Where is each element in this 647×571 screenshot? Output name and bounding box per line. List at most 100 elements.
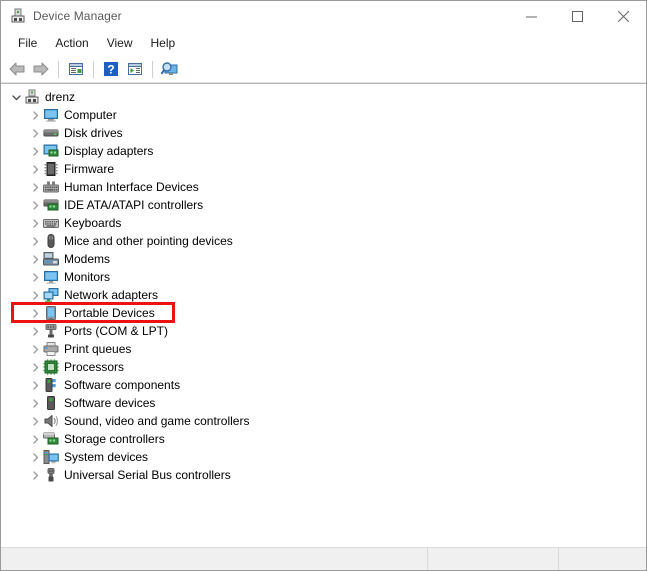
- tree-node-ports[interactable]: Ports (COM & LPT): [1, 322, 646, 340]
- device-tree-panel[interactable]: drenz Computer Disk drives Display adapt…: [1, 83, 646, 547]
- tree-node-label: Firmware: [64, 162, 114, 176]
- network-adapter-icon: [43, 287, 59, 303]
- tree-node-software-components[interactable]: Software components: [1, 376, 646, 394]
- chevron-right-icon[interactable]: [28, 160, 43, 178]
- window-title: Device Manager: [33, 9, 122, 23]
- tree-node-label: Human Interface Devices: [64, 180, 199, 194]
- menu-view[interactable]: View: [98, 33, 142, 54]
- chevron-right-icon[interactable]: [28, 358, 43, 376]
- tree-node-sound-video-game[interactable]: Sound, video and game controllers: [1, 412, 646, 430]
- chevron-right-icon[interactable]: [28, 196, 43, 214]
- help-button[interactable]: ?: [99, 58, 123, 80]
- tree-node-label: Software components: [64, 378, 181, 392]
- hid-icon: [43, 179, 59, 195]
- software-component-icon: [43, 377, 59, 393]
- chevron-right-icon[interactable]: [28, 286, 43, 304]
- chevron-right-icon[interactable]: [28, 214, 43, 232]
- device-manager-window: Device Manager File Action View Help ? d…: [0, 0, 647, 571]
- chevron-right-icon[interactable]: [28, 448, 43, 466]
- tree-node-label: Ports (COM & LPT): [64, 324, 169, 338]
- tree-node-print-queues[interactable]: Print queues: [1, 340, 646, 358]
- chevron-right-icon[interactable]: [28, 268, 43, 286]
- menu-file[interactable]: File: [9, 33, 46, 54]
- chevron-right-icon[interactable]: [28, 430, 43, 448]
- tree-node-label: Computer: [64, 108, 117, 122]
- portable-device-icon: [43, 305, 59, 321]
- properties-button[interactable]: [64, 58, 88, 80]
- separator-1: [58, 60, 59, 78]
- port-connector-icon: [43, 323, 59, 339]
- tree-node-label: IDE ATA/ATAPI controllers: [64, 198, 204, 212]
- tree-node-human-interface-devices[interactable]: Human Interface Devices: [1, 178, 646, 196]
- chevron-right-icon[interactable]: [28, 340, 43, 358]
- chevron-right-icon[interactable]: [28, 250, 43, 268]
- menu-action[interactable]: Action: [46, 33, 97, 54]
- chevron-right-icon[interactable]: [28, 178, 43, 196]
- chevron-down-icon[interactable]: [9, 88, 24, 106]
- chevron-right-icon[interactable]: [28, 394, 43, 412]
- speaker-icon: [43, 413, 59, 429]
- tree-node-ide-controllers[interactable]: IDE ATA/ATAPI controllers: [1, 196, 646, 214]
- tree-node-storage-controllers[interactable]: Storage controllers: [1, 430, 646, 448]
- status-pane-2: [428, 548, 559, 570]
- tree-node-computer[interactable]: Computer: [1, 106, 646, 124]
- tree-node-disk-drives[interactable]: Disk drives: [1, 124, 646, 142]
- chevron-right-icon[interactable]: [28, 142, 43, 160]
- tree-node-label: Processors: [64, 360, 125, 374]
- chevron-right-icon[interactable]: [28, 466, 43, 484]
- tree-node-label: Keyboards: [64, 216, 122, 230]
- tree-node-label: Monitors: [64, 270, 111, 284]
- forward-button[interactable]: [29, 58, 53, 80]
- maximize-button[interactable]: [554, 1, 600, 31]
- separator-2: [93, 60, 94, 78]
- monitor-icon: [43, 269, 59, 285]
- device-manager-icon: [10, 8, 26, 24]
- tree-node-label: System devices: [64, 450, 149, 464]
- chevron-right-icon[interactable]: [28, 412, 43, 430]
- chevron-right-icon[interactable]: [28, 304, 43, 322]
- update-driver-button[interactable]: [123, 58, 147, 80]
- tree-node-system-devices[interactable]: System devices: [1, 448, 646, 466]
- tree-node-label: Mice and other pointing devices: [64, 234, 233, 248]
- tree-node-network-adapters[interactable]: Network adapters: [1, 286, 646, 304]
- chevron-right-icon[interactable]: [28, 106, 43, 124]
- window-controls: [508, 1, 646, 31]
- display-adapter-icon: [43, 143, 59, 159]
- chevron-right-icon[interactable]: [28, 124, 43, 142]
- tree-node-processors[interactable]: Processors: [1, 358, 646, 376]
- svg-text:?: ?: [107, 63, 114, 77]
- tree-node-display-adapters[interactable]: Display adapters: [1, 142, 646, 160]
- tree-node-label: Portable Devices: [64, 306, 155, 320]
- tree-node-label: Sound, video and game controllers: [64, 414, 250, 428]
- software-device-icon: [43, 395, 59, 411]
- mouse-icon: [43, 233, 59, 249]
- printer-icon: [43, 341, 59, 357]
- tree-node-monitors[interactable]: Monitors: [1, 268, 646, 286]
- chevron-right-icon[interactable]: [28, 232, 43, 250]
- menu-help[interactable]: Help: [142, 33, 185, 54]
- toolbar: ?: [1, 56, 646, 83]
- ide-controller-icon: [43, 197, 59, 213]
- tree-node-modems[interactable]: Modems: [1, 250, 646, 268]
- chevron-right-icon[interactable]: [28, 322, 43, 340]
- processor-icon: [43, 359, 59, 375]
- tree-node-root[interactable]: drenz: [1, 88, 646, 106]
- tree-node-usb-controllers[interactable]: Universal Serial Bus controllers: [1, 466, 646, 484]
- status-pane-3: [559, 548, 646, 570]
- scan-hardware-changes-button[interactable]: [158, 58, 182, 80]
- separator-3: [152, 60, 153, 78]
- tree-node-label: Display adapters: [64, 144, 154, 158]
- modem-icon: [43, 251, 59, 267]
- tree-node-label: Disk drives: [64, 126, 123, 140]
- close-button[interactable]: [600, 1, 646, 31]
- system-device-icon: [43, 449, 59, 465]
- tree-node-firmware[interactable]: Firmware: [1, 160, 646, 178]
- tree-node-mice[interactable]: Mice and other pointing devices: [1, 232, 646, 250]
- status-bar: [1, 547, 646, 570]
- tree-node-keyboards[interactable]: Keyboards: [1, 214, 646, 232]
- minimize-button[interactable]: [508, 1, 554, 31]
- back-button[interactable]: [5, 58, 29, 80]
- chevron-right-icon[interactable]: [28, 376, 43, 394]
- tree-node-software-devices[interactable]: Software devices: [1, 394, 646, 412]
- tree-node-portable-devices[interactable]: Portable Devices: [1, 302, 646, 323]
